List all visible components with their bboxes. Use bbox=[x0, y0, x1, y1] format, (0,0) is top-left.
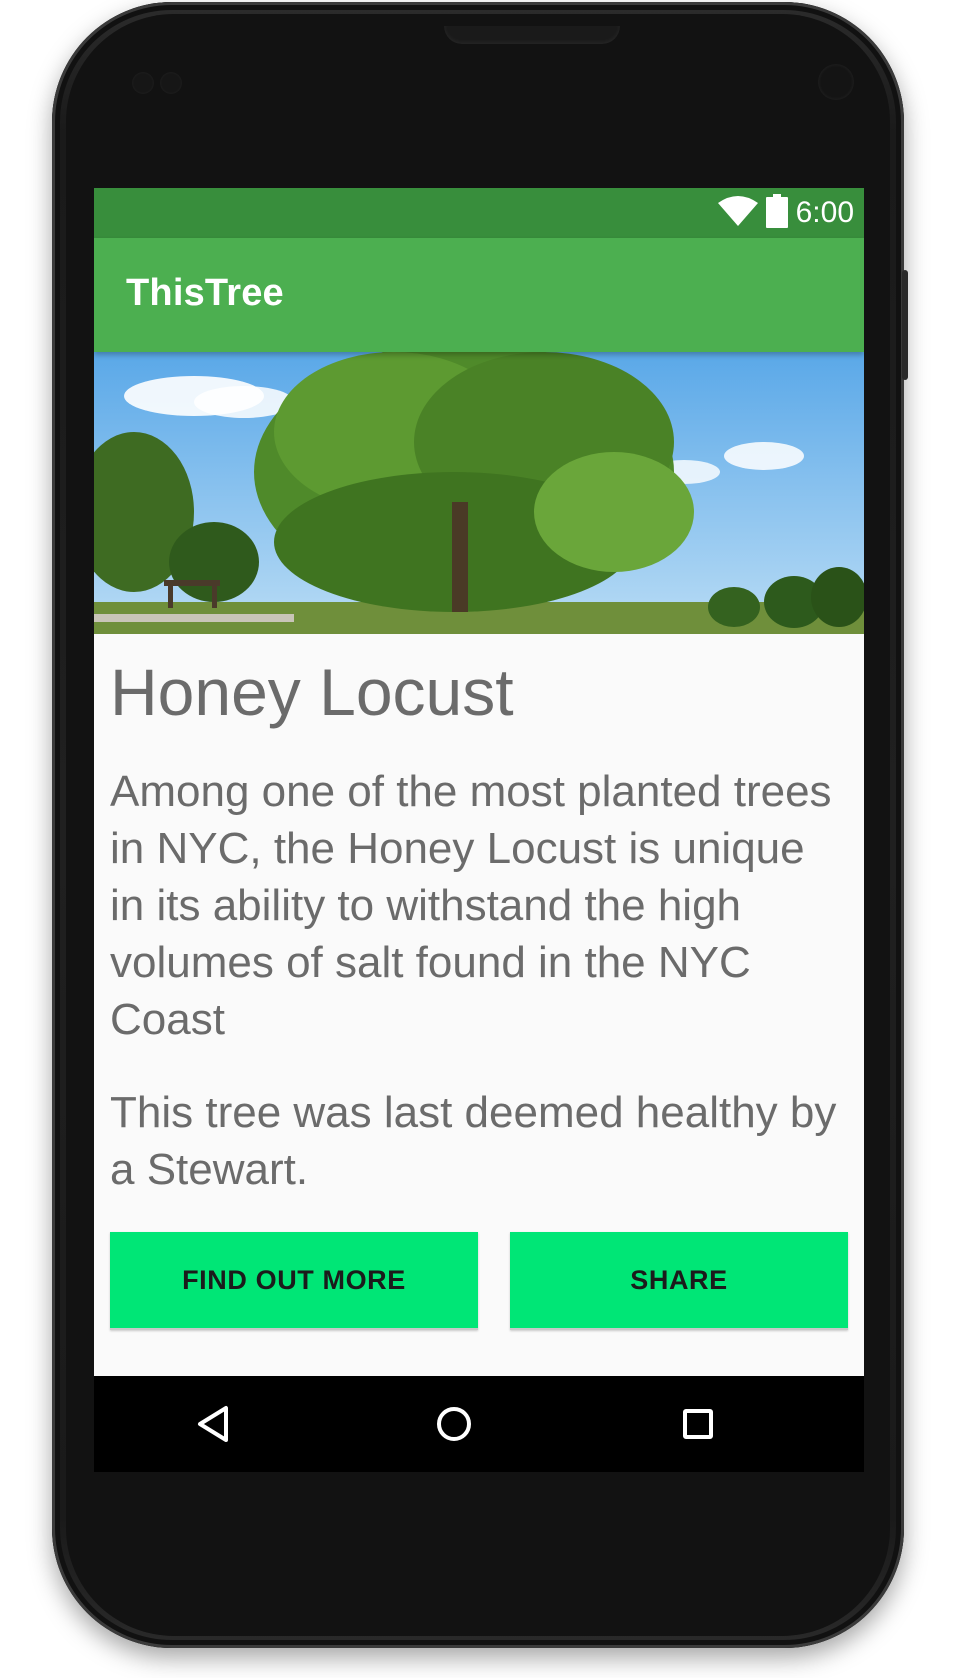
recents-icon[interactable] bbox=[674, 1400, 722, 1448]
navigation-bar bbox=[94, 1376, 864, 1472]
battery-icon bbox=[765, 193, 788, 233]
light-sensor bbox=[160, 72, 182, 94]
status-time: 6:00 bbox=[795, 196, 854, 229]
device-frame: 6:00 ThisTree Honey Locust Among one of … bbox=[0, 0, 958, 1678]
tree-details: Honey Locust Among one of the most plant… bbox=[110, 634, 850, 1198]
find-out-more-button[interactable]: FIND OUT MORE bbox=[110, 1232, 478, 1330]
back-icon[interactable] bbox=[190, 1400, 238, 1448]
front-camera bbox=[818, 64, 854, 100]
share-button[interactable]: SHARE bbox=[510, 1232, 848, 1330]
wifi-icon bbox=[717, 195, 758, 232]
home-icon[interactable] bbox=[430, 1400, 478, 1448]
proximity-sensor bbox=[132, 72, 154, 94]
status-icons: 6:00 bbox=[717, 188, 854, 238]
tree-health-note: This tree was last deemed healthy by a S… bbox=[110, 1087, 837, 1194]
app-screen: 6:00 ThisTree Honey Locust Among one of … bbox=[94, 188, 864, 1472]
tree-photo bbox=[94, 352, 864, 634]
status-bar: 6:00 bbox=[94, 188, 864, 238]
earpiece-speaker bbox=[444, 26, 620, 44]
app-bar: ThisTree bbox=[94, 238, 864, 352]
tree-name: Honey Locust bbox=[110, 655, 514, 729]
app-title: ThisTree bbox=[126, 272, 284, 314]
power-button bbox=[902, 270, 908, 380]
tree-description: Among one of the most planted trees in N… bbox=[110, 766, 832, 1044]
